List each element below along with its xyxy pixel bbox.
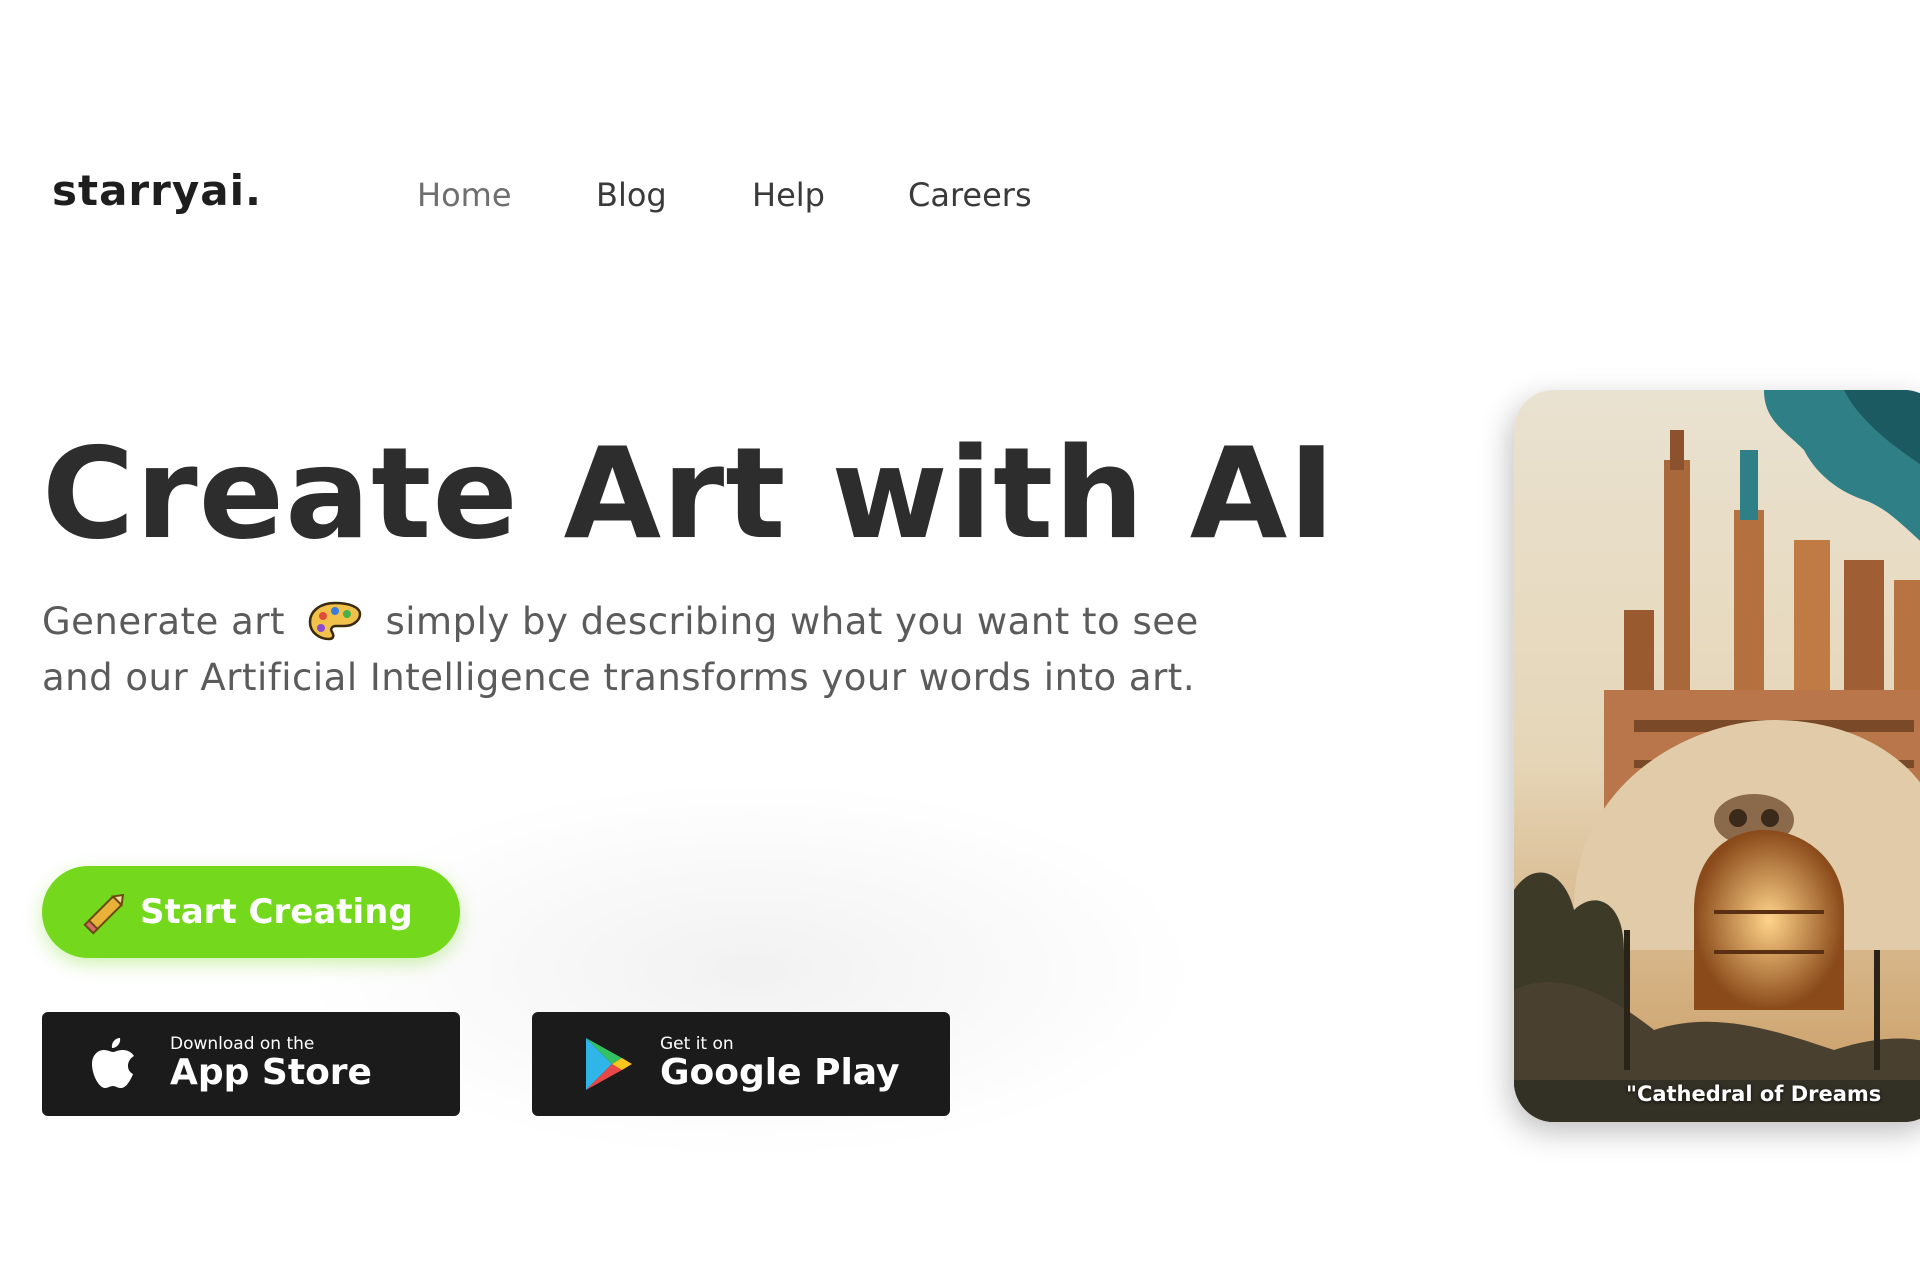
google-play-big: Google Play	[660, 1052, 900, 1093]
app-store-small: Download on the	[170, 1034, 315, 1054]
subtitle-part1: Generate art	[42, 600, 285, 643]
artwork-caption: "Cathedral of Dreams	[1626, 1082, 1882, 1106]
cathedral-artwork	[1514, 390, 1920, 1122]
google-play-text: Get it on Google Play	[660, 1035, 899, 1093]
google-play-badge[interactable]: Get it on Google Play	[532, 1012, 950, 1116]
start-creating-button[interactable]: Start Creating	[42, 866, 460, 958]
pencil-icon	[83, 893, 125, 935]
app-store-text: Download on the App Store	[170, 1035, 372, 1093]
start-creating-label: Start Creating	[140, 892, 413, 932]
app-store-big: App Store	[170, 1052, 372, 1093]
google-play-icon	[586, 1038, 632, 1090]
top-nav: Home Blog Help Careers	[417, 176, 1032, 214]
landing-page: starryai. Home Blog Help Careers Create …	[0, 0, 1920, 1280]
apple-icon	[92, 1038, 134, 1088]
nav-blog[interactable]: Blog	[596, 176, 752, 214]
subtitle-line2: and our Artificial Intelligence transfor…	[42, 656, 1196, 699]
subtitle-part2: simply by describing what you want to se…	[385, 600, 1199, 643]
hero-title: Create Art with AI	[42, 420, 1337, 567]
artwork-card[interactable]: "Cathedral of Dreams	[1514, 390, 1920, 1122]
nav-careers[interactable]: Careers	[908, 176, 1032, 214]
google-play-small: Get it on	[660, 1034, 734, 1054]
nav-help[interactable]: Help	[752, 176, 908, 214]
palette-icon	[308, 601, 362, 641]
nav-home[interactable]: Home	[417, 176, 596, 214]
logo[interactable]: starryai.	[52, 166, 262, 215]
app-store-badge[interactable]: Download on the App Store	[42, 1012, 460, 1116]
hero-subtitle: Generate art simply by describing what y…	[42, 594, 1432, 706]
